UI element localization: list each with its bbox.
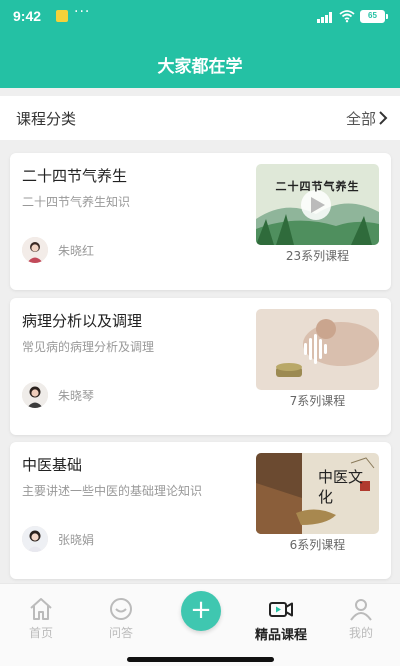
nav-mine-label: 我的 (348, 626, 373, 640)
page-title: 大家都在学 (157, 57, 243, 77)
wifi-icon (339, 10, 355, 23)
nav-home[interactable]: 首页 (11, 596, 71, 641)
course-card[interactable]: 病理分析以及调理 常见病的病理分析及调理 朱晓琴 7系列课程 (10, 298, 391, 435)
nav-qa-label: 问答 (108, 626, 133, 640)
teacher-name: 张晓娟 (58, 533, 95, 547)
status-bar: 9:42 ··· 65 (0, 0, 400, 34)
home-icon (30, 598, 52, 620)
nav-qa[interactable]: 问答 (91, 596, 151, 641)
teacher-avatar (22, 382, 48, 408)
status-time: 9:42 (13, 8, 42, 24)
series-count: 7系列课程 (289, 394, 346, 408)
course-card[interactable]: 中医基础 主要讲述一些中医的基础理论知识 张晓娟 中医文化 6系列课程 (10, 442, 391, 579)
signal-icon (317, 12, 334, 23)
chevron-right-icon[interactable] (378, 111, 388, 125)
course-thumbnail[interactable]: 二十四节气养生 (256, 164, 379, 245)
series-count: 23系列课程 (285, 249, 350, 263)
course-title: 病理分析以及调理 (22, 312, 143, 330)
course-title: 二十四节气养生 (22, 167, 128, 185)
teacher-name: 朱晓红 (58, 244, 95, 258)
notification-icon (56, 10, 68, 22)
more-notifications-icon: ··· (74, 4, 91, 20)
nav-mine[interactable]: 我的 (331, 596, 391, 641)
course-description: 常见病的病理分析及调理 (22, 340, 155, 354)
thumbnail-caption: 中医文化 (318, 468, 364, 506)
video-camera-icon (269, 602, 293, 617)
course-thumbnail[interactable]: 中医文化 (256, 453, 379, 534)
category-label: 课程分类 (16, 110, 77, 128)
teacher-name: 朱晓琴 (58, 389, 95, 403)
course-title: 中医基础 (22, 456, 83, 474)
course-thumbnail[interactable] (256, 309, 379, 390)
course-card[interactable]: 二十四节气养生 二十四节气养生知识 朱晓红 二十四节气养生 23系列课程 (10, 153, 391, 290)
bottom-navigation: 首页 问答 + 精品课程 我的 (0, 583, 400, 666)
nav-courses-label: 精品课程 (254, 628, 307, 643)
battery-icon: 65 (360, 10, 388, 23)
thumbnail-caption: 二十四节气养生 (275, 180, 360, 193)
series-count: 6系列课程 (289, 538, 346, 552)
course-category-bar: 课程分类 全部 (0, 96, 400, 140)
category-all-link[interactable]: 全部 (346, 108, 376, 129)
app-header: 9:42 ··· 65 大家都在学 (0, 0, 400, 88)
course-description: 二十四节气养生知识 (22, 195, 131, 209)
teacher-avatar (22, 526, 48, 552)
nav-home-label: 首页 (28, 626, 53, 640)
chat-bubble-icon (110, 598, 132, 620)
home-indicator (127, 657, 274, 662)
user-icon (350, 599, 372, 621)
teacher-avatar (22, 237, 48, 263)
nav-courses[interactable]: 精品课程 (251, 596, 311, 643)
add-button[interactable]: + (181, 591, 221, 631)
course-description: 主要讲述一些中医的基础理论知识 (22, 484, 203, 498)
